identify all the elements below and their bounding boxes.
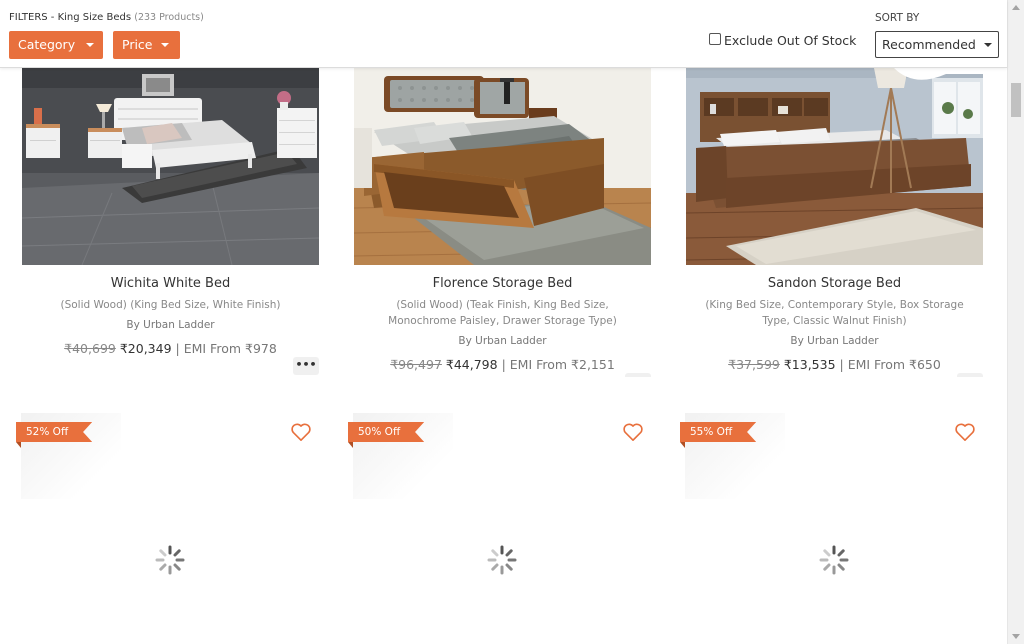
sort-by-value: Recommended: [882, 37, 976, 52]
loading-spinner-icon: [819, 545, 849, 575]
sandon-bed-photo: [686, 68, 983, 265]
sale-price: ₹13,535: [783, 357, 836, 372]
exclude-out-of-stock[interactable]: Exclude Out Of Stock: [709, 32, 856, 48]
product-brand: By Urban Ladder: [458, 335, 547, 347]
loading-spinner-icon: [155, 545, 185, 575]
product-brand: By Urban Ladder: [790, 335, 879, 347]
emi-text: | EMI From ₹978: [175, 341, 277, 356]
caret-down-icon: [161, 43, 169, 47]
category-label: Category: [18, 37, 76, 52]
product-description: (Solid Wood) (Teak Finish, King Bed Size…: [388, 299, 617, 327]
scroll-down-arrow-icon[interactable]: [1012, 634, 1020, 639]
caret-down-icon: [984, 43, 992, 47]
exclude-out-of-stock-checkbox[interactable]: [709, 32, 721, 45]
product-card-loading[interactable]: 50% Off: [348, 413, 650, 644]
sale-price: ₹20,349: [119, 341, 172, 356]
product-name[interactable]: Wichita White Bed: [22, 276, 319, 291]
original-price: ₹96,497: [390, 357, 442, 372]
sort-by-select[interactable]: Recommended: [875, 31, 999, 58]
product-image-sandon-storage-bed[interactable]: [686, 68, 983, 265]
product-card-loading[interactable]: 52% Off: [16, 413, 318, 644]
price-dropdown-button[interactable]: Price: [113, 31, 180, 59]
product-card-loading[interactable]: 55% Off: [680, 413, 982, 644]
product-price: ₹37,599 ₹13,535 | EMI From ₹650: [686, 357, 983, 372]
filter-title-text: FILTERS - King Size Beds: [9, 12, 132, 23]
product-name[interactable]: Florence Storage Bed: [354, 276, 651, 291]
emi-text: | EMI From ₹2,151: [501, 357, 615, 372]
emi-text: | EMI From ₹650: [839, 357, 941, 372]
badge-fold: [16, 442, 21, 448]
wishlist-heart-icon[interactable]: [622, 422, 644, 442]
caret-down-icon: [86, 43, 94, 47]
more-options-button[interactable]: •••: [293, 357, 319, 375]
original-price: ₹37,599: [728, 357, 780, 372]
filter-bar: FILTERS - King Size Beds (233 Products) …: [0, 0, 1007, 68]
product-description: (King Bed Size, Contemporary Style, Box …: [705, 299, 964, 327]
scroll-thumb[interactable]: [1011, 83, 1021, 117]
product-price: ₹96,497 ₹44,798 | EMI From ₹2,151: [354, 357, 651, 372]
sale-price: ₹44,798: [445, 357, 498, 372]
discount-badge: 50% Off: [348, 422, 425, 442]
badge-fold: [348, 442, 353, 448]
price-label: Price: [122, 37, 153, 52]
more-options-button[interactable]: [957, 373, 983, 377]
wishlist-heart-icon[interactable]: [954, 422, 976, 442]
filter-title: FILTERS - King Size Beds (233 Products): [9, 12, 204, 23]
discount-badge: 55% Off: [680, 422, 757, 442]
loading-spinner-icon: [487, 545, 517, 575]
original-price: ₹40,699: [64, 341, 116, 356]
florence-bed-photo: [354, 68, 651, 265]
category-dropdown-button[interactable]: Category: [9, 31, 103, 59]
product-image-wichita-white-bed[interactable]: [22, 68, 319, 265]
scroll-up-arrow-icon[interactable]: [1012, 5, 1020, 10]
sort-by-label: SORT BY: [875, 12, 920, 24]
wichita-bed-photo: [22, 68, 319, 265]
discount-badge: 52% Off: [16, 422, 93, 442]
badge-fold: [680, 442, 685, 448]
page-scrollbar[interactable]: [1007, 0, 1024, 644]
wishlist-heart-icon[interactable]: [290, 422, 312, 442]
product-image-florence-storage-bed[interactable]: [354, 68, 651, 265]
product-price: ₹40,699 ₹20,349 | EMI From ₹978: [22, 341, 319, 356]
more-options-button[interactable]: [625, 373, 651, 377]
product-brand: By Urban Ladder: [126, 319, 215, 331]
exclude-out-of-stock-label[interactable]: Exclude Out Of Stock: [724, 33, 856, 48]
product-name[interactable]: Sandon Storage Bed: [686, 276, 983, 291]
product-description: (Solid Wood) (King Bed Size, White Finis…: [60, 299, 281, 311]
product-count: (233 Products): [134, 12, 204, 23]
